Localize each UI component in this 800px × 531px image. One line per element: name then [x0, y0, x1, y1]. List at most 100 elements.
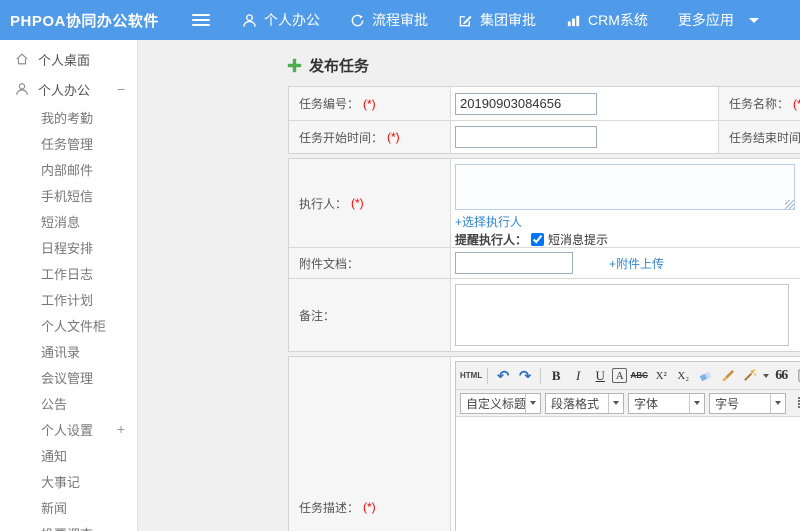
- strikethrough-button[interactable]: ABC: [629, 366, 649, 386]
- editor-toolbar-row1: HTML ↶ ↷ B I U A ABC X² X₂ 66: [456, 362, 800, 390]
- bold-button[interactable]: B: [546, 366, 566, 386]
- sidebar-item-meeting-management[interactable]: 会议管理: [0, 364, 137, 390]
- required-mark: (*): [793, 96, 800, 111]
- font-style-button[interactable]: A: [612, 368, 628, 383]
- executor-label: 执行人： (*): [289, 159, 451, 247]
- select-executor-link[interactable]: +选择执行人: [455, 213, 522, 230]
- undo-icon[interactable]: ↶: [493, 366, 513, 386]
- nav-label: 流程审批: [372, 12, 428, 28]
- superscript-button[interactable]: X²: [651, 366, 671, 386]
- form-row-description: 任务描述： (*) HTML ↶ ↷ B I U A ABC X² X₂ 66 …: [289, 357, 800, 531]
- group-approval-icon: [458, 13, 473, 28]
- executor-textarea[interactable]: [455, 164, 795, 210]
- paragraph-format-dropdown[interactable]: 段落格式: [545, 392, 624, 414]
- eraser-icon[interactable]: [695, 366, 715, 386]
- start-time-label: 任务开始时间： (*): [289, 121, 451, 153]
- user-icon: [242, 13, 257, 28]
- sidebar-item-label: 公告: [41, 396, 68, 412]
- nav-crm-system[interactable]: CRM系统: [566, 10, 648, 30]
- font-size-dropdown[interactable]: 字号: [709, 392, 786, 414]
- expand-icon[interactable]: +: [117, 421, 125, 437]
- hamburger-menu-icon[interactable]: [192, 11, 210, 29]
- sms-remind-checkbox[interactable]: [531, 233, 545, 246]
- sidebar-item-contacts[interactable]: 通讯录: [0, 338, 137, 364]
- nav-group-approval[interactable]: 集团审批: [458, 10, 536, 30]
- nav-personal-office[interactable]: 个人办公: [242, 10, 320, 30]
- sidebar-item-news[interactable]: 新闻: [0, 494, 137, 520]
- sidebar-item-mobile-sms[interactable]: 手机短信: [0, 182, 137, 208]
- resize-handle-icon[interactable]: [785, 200, 794, 209]
- main-content: 发布任务 任务编号：(*) 任务名称：(*) 任务开始时间：(*): [139, 40, 800, 531]
- sidebar-item-notice[interactable]: 通知: [0, 442, 137, 468]
- form-section-basic: 任务编号：(*) 任务名称：(*) 任务开始时间：(*) 任务结束时间：(*): [288, 86, 800, 154]
- attachment-input[interactable]: [455, 252, 573, 274]
- remark-textarea[interactable]: [455, 284, 789, 346]
- sidebar-item-work-plan[interactable]: 工作计划: [0, 286, 137, 312]
- sidebar-item-vote[interactable]: 投票调查: [0, 520, 137, 531]
- nav-label: 更多应用: [677, 12, 734, 28]
- add-task-icon: [288, 59, 301, 72]
- format-brush-icon[interactable]: [717, 366, 737, 386]
- sidebar-item-label: 通知: [41, 448, 68, 464]
- sidebar-item-personal-office[interactable]: 个人办公 −: [0, 74, 137, 104]
- custom-heading-dropdown[interactable]: 自定义标题: [460, 392, 541, 414]
- toolbar-separator: [540, 367, 542, 384]
- attachment-label: 附件文档：: [289, 248, 451, 278]
- task-number-input[interactable]: [455, 92, 597, 115]
- sidebar-item-internal-mail[interactable]: 内部邮件: [0, 156, 137, 182]
- sidebar-item-label: 内部邮件: [41, 162, 94, 178]
- page-title-text: 发布任务: [309, 58, 370, 75]
- underline-button[interactable]: U: [590, 366, 610, 386]
- collapse-icon[interactable]: −: [117, 81, 125, 97]
- blockquote-button[interactable]: 66: [771, 366, 791, 386]
- sms-remind-label: 短消息提示: [548, 233, 609, 247]
- sidebar-item-label: 个人文件柜: [41, 318, 107, 334]
- sidebar-item-short-message[interactable]: 短消息: [0, 208, 137, 234]
- sidebar-item-label: 会议管理: [41, 370, 94, 386]
- form-row-task-number: 任务编号：(*) 任务名称：(*): [289, 87, 800, 120]
- form-row-attachment: 附件文档： +附件上传: [289, 247, 800, 278]
- caret-down-icon: [748, 17, 759, 23]
- sidebar-item-work-log[interactable]: 工作日志: [0, 260, 137, 286]
- page-title: 发布任务: [288, 55, 800, 76]
- required-mark: (*): [363, 96, 376, 111]
- form-row-executor: 执行人： (*) +选择执行人 提醒执行人： 短消息提示: [289, 159, 800, 247]
- remind-executor-label: 提醒执行人：: [455, 233, 528, 247]
- sidebar-item-my-attendance[interactable]: 我的考勤: [0, 104, 137, 130]
- flow-approval-icon: [350, 13, 365, 28]
- form-section-description: 任务描述： (*) HTML ↶ ↷ B I U A ABC X² X₂ 66 …: [288, 356, 800, 531]
- paste-icon[interactable]: T: [793, 366, 800, 386]
- caret-down-icon: [689, 393, 704, 413]
- magic-wand-icon[interactable]: [739, 366, 759, 386]
- sidebar-item-label: 大事记: [41, 474, 81, 490]
- sidebar-item-label: 任务管理: [41, 136, 94, 152]
- sidebar-item-schedule[interactable]: 日程安排: [0, 234, 137, 260]
- nav-more-apps[interactable]: 更多应用: [678, 10, 759, 30]
- nav-label: 个人办公: [264, 12, 320, 28]
- top-nav: 个人办公 流程审批 集团审批 CRM系统 更多应用: [242, 10, 759, 30]
- caret-down-icon[interactable]: [763, 373, 770, 378]
- sidebar-item-label: 个人办公: [38, 82, 91, 98]
- italic-button[interactable]: I: [568, 366, 588, 386]
- rich-text-editor: HTML ↶ ↷ B I U A ABC X² X₂ 66 自定义标题 段落格式…: [455, 361, 800, 531]
- align-left-icon[interactable]: [796, 394, 800, 412]
- html-source-button[interactable]: HTML: [460, 366, 482, 386]
- subscript-button[interactable]: X₂: [673, 366, 693, 386]
- sidebar-item-personal-files[interactable]: 个人文件柜: [0, 312, 137, 338]
- caret-down-icon: [770, 393, 785, 413]
- sidebar-item-memorabilia[interactable]: 大事记: [0, 468, 137, 494]
- sidebar-item-announcement[interactable]: 公告: [0, 390, 137, 416]
- font-family-dropdown[interactable]: 字体: [628, 392, 705, 414]
- caret-down-icon: [525, 393, 540, 413]
- redo-icon[interactable]: ↷: [515, 366, 535, 386]
- start-time-input[interactable]: [455, 126, 597, 148]
- publish-task-form: 任务编号：(*) 任务名称：(*) 任务开始时间：(*) 任务结束时间：(*): [288, 86, 800, 531]
- sidebar-item-personal-desktop[interactable]: 个人桌面: [0, 44, 137, 74]
- description-label: 任务描述： (*): [289, 357, 451, 531]
- sidebar-item-personal-settings[interactable]: 个人设置 +: [0, 416, 137, 442]
- nav-workflow-approval[interactable]: 流程审批: [350, 10, 428, 30]
- attachment-upload-link[interactable]: +附件上传: [609, 255, 664, 272]
- sidebar-item-label: 手机短信: [41, 188, 94, 204]
- editor-content-area[interactable]: [456, 417, 800, 531]
- sidebar-item-task-management[interactable]: 任务管理: [0, 130, 137, 156]
